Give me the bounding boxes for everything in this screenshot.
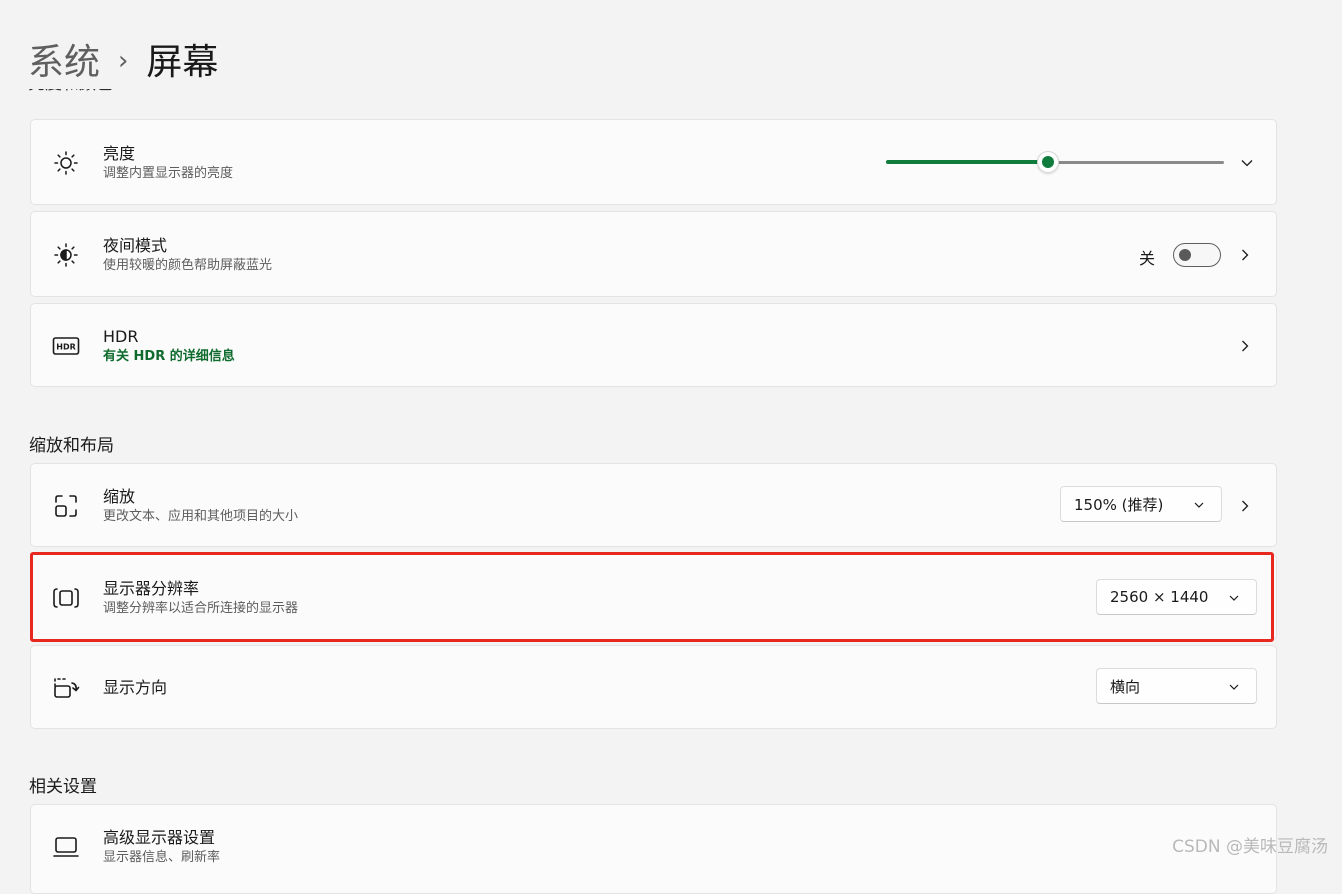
scale-card[interactable]: 缩放 更改文本、应用和其他项目的大小 150% (推荐) [30,463,1277,547]
brightness-subtitle: 调整内置显示器的亮度 [103,166,234,181]
brightness-slider[interactable] [886,150,1224,174]
breadcrumb: 系统 › 屏幕 [28,38,218,88]
chevron-down-icon [1194,502,1204,508]
orientation-dropdown-value: 横向 [1110,677,1141,696]
advanced-display-subtitle: 显示器信息、刷新率 [103,850,221,865]
chevron-right-icon[interactable] [1238,248,1252,262]
chevron-right-icon[interactable] [1238,339,1252,353]
hdr-card[interactable]: HDR HDR 有关 HDR 的详细信息 [30,303,1277,387]
night-light-card[interactable]: 夜间模式 使用较暖的颜色帮助屏蔽蓝光 关 [30,211,1277,297]
resolution-dropdown-value: 2560 × 1440 [1110,588,1209,606]
monitor-icon [51,832,81,862]
resolution-dropdown[interactable]: 2560 × 1440 [1096,579,1257,615]
page-title: 屏幕 [146,42,219,83]
resolution-card: 显示器分辨率 调整分辨率以适合所连接的显示器 2560 × 1440 [30,554,1277,640]
orientation-title: 显示方向 [103,678,168,697]
night-light-title: 夜间模式 [103,236,168,255]
resolution-title: 显示器分辨率 [103,579,200,598]
section-title-brightness-color: 亮度和颜色 [28,89,113,107]
hdr-title: HDR [103,327,139,346]
chevron-down-icon [1229,684,1239,690]
slider-thumb[interactable] [1037,151,1059,173]
chevron-right-icon[interactable] [1238,499,1252,513]
hdr-info-link[interactable]: 有关 HDR 的详细信息 [103,348,235,366]
chevron-down-icon[interactable] [1240,156,1254,170]
night-light-subtitle: 使用较暖的颜色帮助屏蔽蓝光 [103,258,273,273]
advanced-display-card[interactable]: 高级显示器设置 显示器信息、刷新率 [30,804,1277,894]
section-title-scale-layout: 缩放和布局 [29,436,114,456]
scale-dropdown[interactable]: 150% (推荐) [1060,486,1222,522]
hdr-icon: HDR [51,331,81,361]
scale-icon [51,491,81,521]
orientation-icon [51,673,81,703]
slider-fill [886,160,1048,164]
night-light-icon [51,240,81,270]
resolution-icon [51,583,81,613]
advanced-display-title: 高级显示器设置 [103,828,216,847]
toggle-knob [1179,249,1191,261]
night-light-state-label: 关 [1139,249,1156,268]
brightness-card: 亮度 调整内置显示器的亮度 [30,119,1277,205]
watermark-text: CSDN @美味豆腐汤 [1172,837,1328,857]
resolution-subtitle: 调整分辨率以适合所连接的显示器 [103,601,299,616]
orientation-dropdown[interactable]: 横向 [1096,668,1257,704]
section-title-related: 相关设置 [29,777,97,797]
orientation-card: 显示方向 横向 [30,645,1277,729]
breadcrumb-separator: › [118,46,129,76]
night-light-toggle[interactable] [1173,243,1221,267]
slider-track [1048,161,1224,164]
chevron-down-icon [1229,595,1239,601]
sun-icon [51,148,81,178]
svg-text:HDR: HDR [56,343,76,352]
scale-title: 缩放 [103,487,136,506]
scale-subtitle: 更改文本、应用和其他项目的大小 [103,509,299,524]
breadcrumb-parent-system[interactable]: 系统 [28,38,100,88]
scale-dropdown-value: 150% (推荐) [1074,495,1164,514]
brightness-title: 亮度 [103,144,136,163]
